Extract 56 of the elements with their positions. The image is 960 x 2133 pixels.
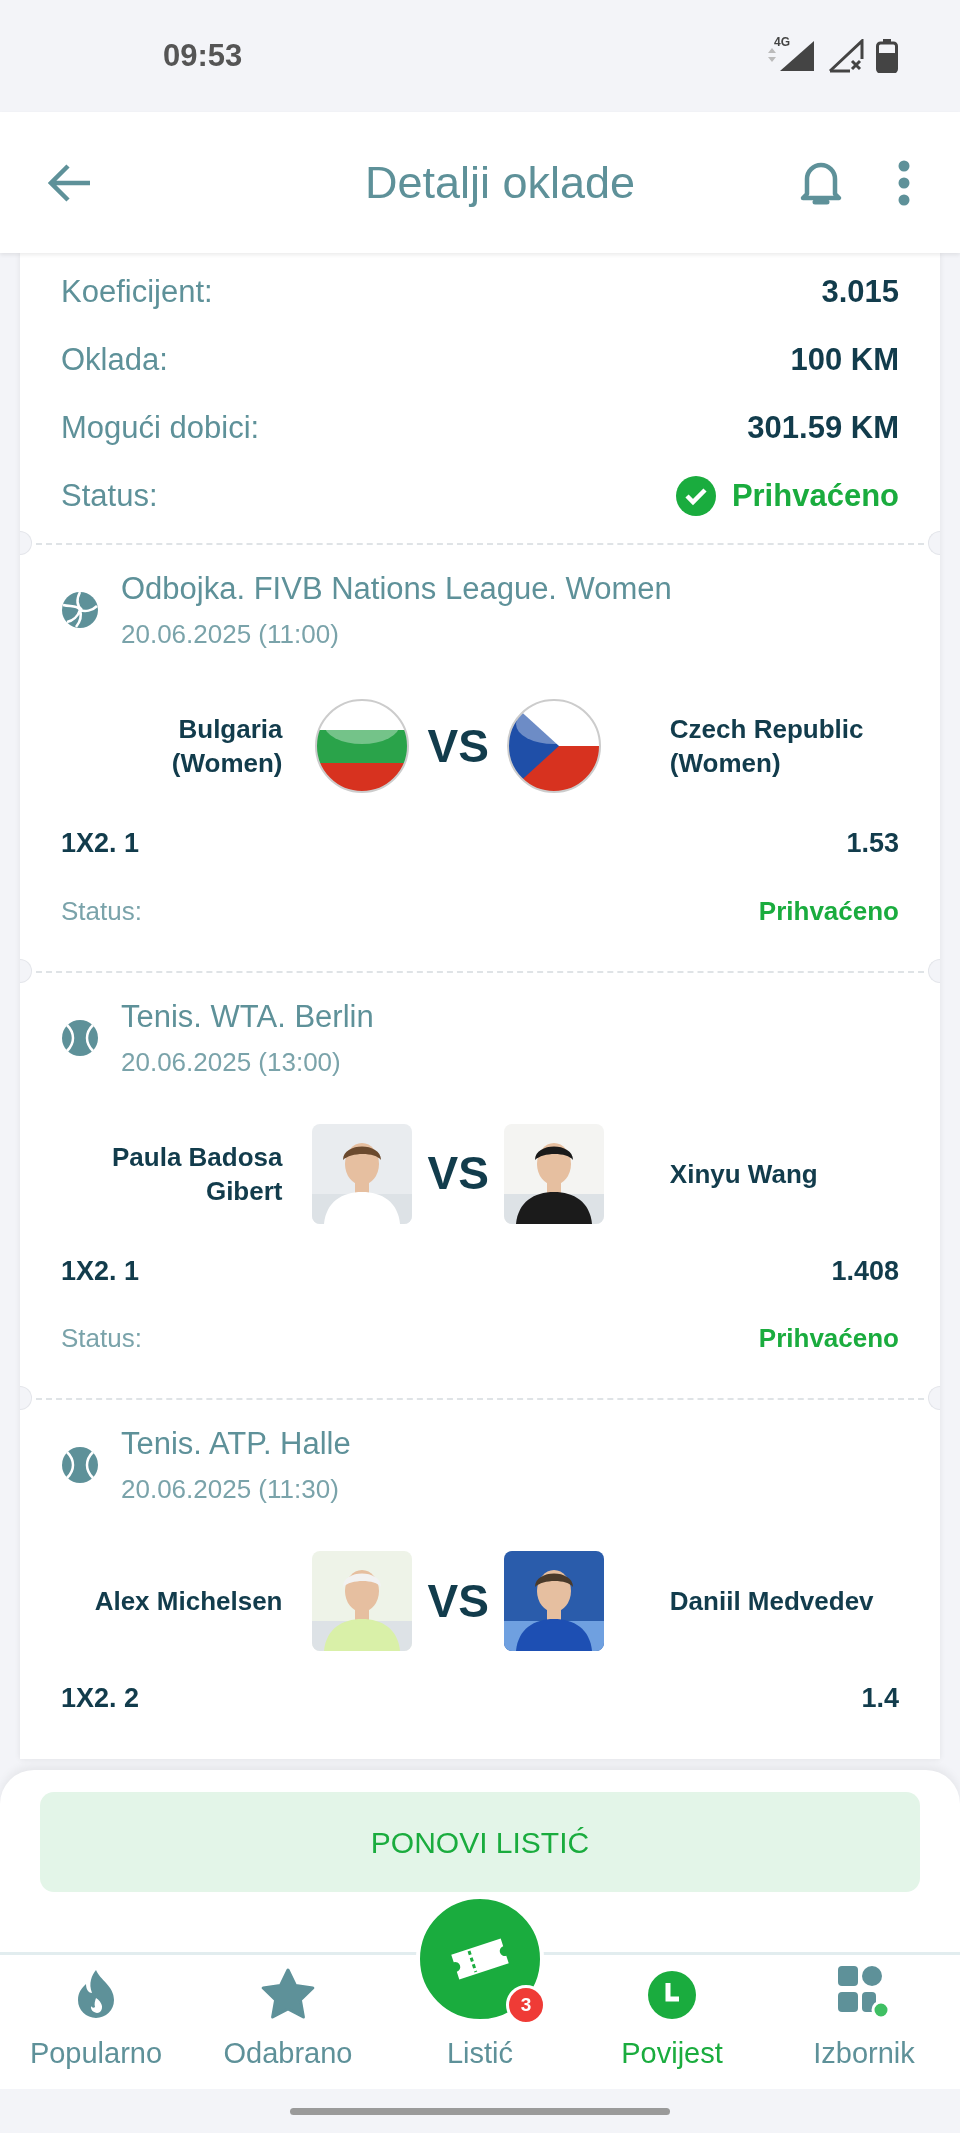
- volleyball-icon: [61, 591, 99, 629]
- versus-label: VS: [427, 1573, 489, 1629]
- team-name: Xinyu Wang: [669, 1157, 819, 1191]
- nav-tab[interactable]: Odabrano: [192, 1955, 384, 2089]
- home-indicator[interactable]: [290, 2107, 670, 2115]
- bet-pick: 1X2. 1: [61, 1254, 140, 1288]
- event-date: 20.06.2025 (11:30): [121, 1473, 340, 1506]
- page-title: Detalji oklade: [364, 155, 636, 210]
- versus-label: VS: [427, 1146, 489, 1201]
- team-name: Bulgaria (Women): [170, 713, 283, 780]
- ticket-notch: [20, 958, 32, 983]
- bet-odds: 1.408: [831, 1254, 899, 1288]
- count-badge: 3: [506, 1985, 546, 2025]
- event-title: Odbojka. FIVB Nations League. Women: [121, 570, 672, 608]
- check-icon: [675, 476, 716, 516]
- clock-icon: [647, 1969, 697, 2020]
- nav-tab[interactable]: Listić: [384, 2031, 576, 2089]
- summary-label: Status:: [61, 476, 158, 515]
- summary-label: Mogući dobici:: [61, 408, 260, 447]
- star-icon: [260, 1967, 316, 2020]
- clock-time: 09:53: [163, 36, 243, 75]
- tennis-ball-icon: [61, 1446, 99, 1484]
- flag-icon: [504, 696, 604, 796]
- summary-value: 3.015: [821, 272, 899, 311]
- event-date: 20.06.2025 (11:00): [121, 618, 340, 651]
- network-type: 4G: [774, 34, 790, 51]
- bet-pick: 1X2. 2: [61, 1682, 140, 1715]
- summary-value: 100 KM: [790, 340, 899, 379]
- status-value: Prihvaćeno: [758, 894, 899, 928]
- status-label: Status:: [61, 894, 142, 928]
- event-date: 20.06.2025 (13:00): [121, 1045, 342, 1079]
- bet-odds: 1.4: [861, 1682, 899, 1715]
- ticket-notch: [20, 1386, 32, 1410]
- repeat-ticket-button[interactable]: PONOVI LISTIĆ: [40, 1792, 920, 1892]
- status-label: Status:: [61, 1322, 142, 1355]
- team-name: Daniil Medvedev: [669, 1585, 875, 1618]
- versus-label: VS: [427, 718, 489, 774]
- team-name: Czech Republic (Women): [669, 713, 865, 780]
- summary-label: Koeficijent:: [61, 272, 213, 311]
- team-name: Alex Michelsen: [93, 1585, 283, 1618]
- team-name: Paula Badosa Gibert: [111, 1140, 283, 1208]
- summary-value: 301.59 KM: [747, 408, 899, 447]
- summary-label: Oklada:: [61, 340, 168, 379]
- nav-tab[interactable]: Povijest: [576, 1955, 768, 2089]
- bet-pick: 1X2. 1: [61, 827, 140, 860]
- battery-icon: [876, 39, 898, 73]
- bet-odds: 1.53: [846, 827, 899, 860]
- no-signal-icon: [828, 39, 864, 73]
- event-title: Tenis. WTA. Berlin: [121, 997, 374, 1036]
- event-title: Tenis. ATP. Halle: [121, 1425, 351, 1463]
- status-value: Prihvaćeno: [731, 476, 899, 515]
- nav-tab[interactable]: Popularno: [0, 1955, 192, 2089]
- status-value: Prihvaćeno: [758, 1322, 899, 1355]
- ticket-notch: [20, 531, 32, 555]
- nav-tab[interactable]: Izbornik: [768, 1955, 960, 2089]
- tennis-ball-icon: [61, 1018, 99, 1057]
